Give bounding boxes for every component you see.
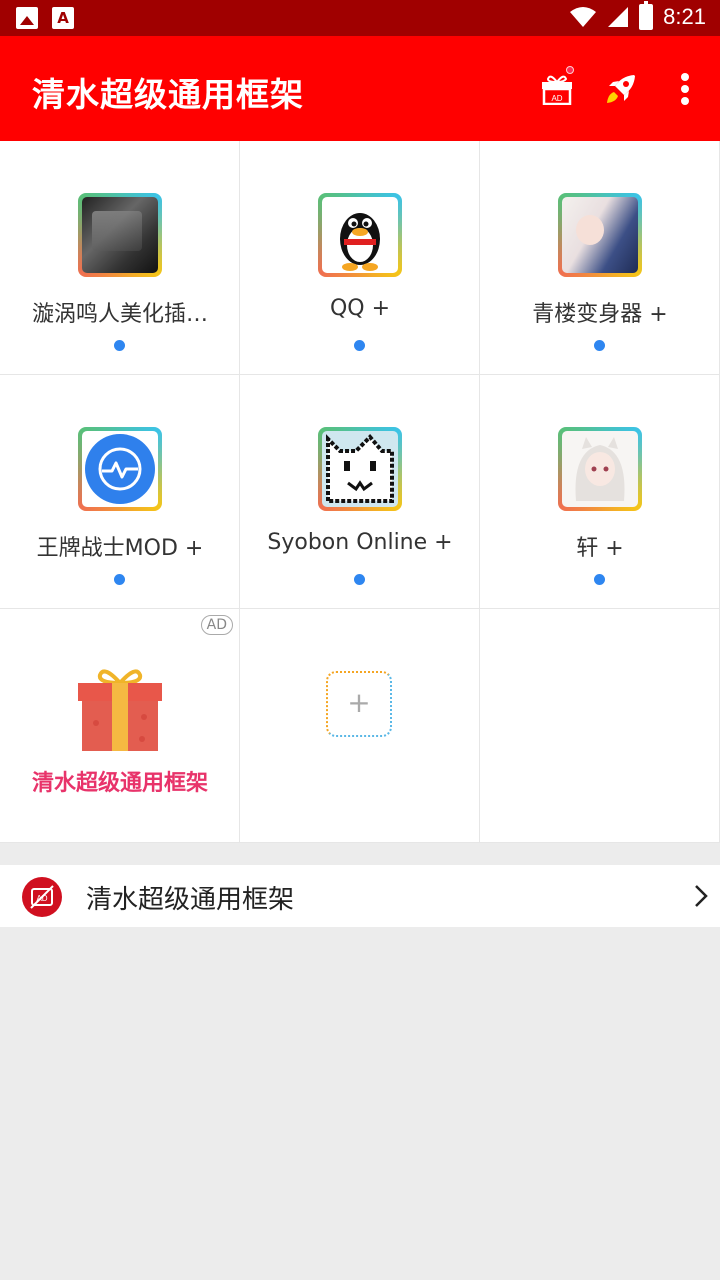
- syobon-cat-icon: [318, 427, 402, 511]
- rocket-icon: [607, 75, 635, 103]
- promo-label: 清水超级通用框架: [31, 771, 208, 796]
- svg-text:AD: AD: [551, 94, 562, 103]
- app-bar: 清水超级通用框架 AD: [0, 36, 720, 141]
- anime-girl-app-icon: [558, 193, 642, 277]
- ad-badge: AD: [200, 615, 233, 635]
- gift-icon: [78, 669, 162, 751]
- app-label: Syobon Online +: [267, 530, 453, 555]
- add-app-tile[interactable]: +: [240, 609, 480, 843]
- status-dot: [114, 340, 125, 351]
- gift-ad-icon: AD: [542, 75, 572, 105]
- gift-ad-button[interactable]: AD: [538, 66, 576, 108]
- naruto-app-icon: [78, 193, 162, 277]
- ad-promo-tile[interactable]: AD 清水超级通用框架: [0, 609, 240, 843]
- status-dot: [594, 340, 605, 351]
- app-tile[interactable]: 青楼变身器 +: [480, 141, 720, 375]
- status-dot: [594, 574, 605, 585]
- chevron-right-icon: [695, 885, 708, 907]
- no-ad-icon: AD: [22, 877, 62, 917]
- add-icon: +: [326, 671, 392, 737]
- wifi-icon: [570, 7, 597, 27]
- boost-button[interactable]: [602, 70, 640, 108]
- battery-icon: [639, 1, 654, 30]
- overflow-menu-button[interactable]: [666, 70, 704, 108]
- image-notification-icon: [16, 7, 38, 29]
- more-vert-icon: [681, 73, 689, 105]
- app-tile[interactable]: 王牌战士MOD +: [0, 375, 240, 609]
- status-dot: [354, 340, 365, 351]
- status-bar: A 8:21: [0, 0, 720, 36]
- qq-penguin-icon: [318, 193, 402, 277]
- text-notification-icon: A: [52, 7, 74, 29]
- app-tile[interactable]: Syobon Online +: [240, 375, 480, 609]
- empty-tile: [480, 609, 720, 843]
- app-label: QQ +: [329, 296, 391, 321]
- app-grid: 漩涡鸣人美化插… QQ + 青楼变身器 + 王牌战士MOD + Syobon O…: [0, 141, 720, 843]
- app-label: 漩涡鸣人美化插…: [31, 302, 208, 327]
- app-label: 轩 +: [576, 536, 624, 561]
- app-label: 王牌战士MOD +: [36, 536, 204, 561]
- app-tile[interactable]: 轩 +: [480, 375, 720, 609]
- clock: 8:21: [663, 4, 706, 29]
- app-label: 青楼变身器 +: [532, 302, 668, 327]
- anime-catgirl-app-icon: [558, 427, 642, 511]
- ad-list-row[interactable]: AD 清水超级通用框架: [0, 865, 720, 927]
- row-label: 清水超级通用框架: [86, 885, 295, 915]
- status-dot: [114, 574, 125, 585]
- app-tile[interactable]: 漩涡鸣人美化插…: [0, 141, 240, 375]
- status-dot: [354, 574, 365, 585]
- notification-dot: [566, 66, 574, 74]
- signal-icon: [608, 7, 629, 27]
- pulse-app-icon: [78, 427, 162, 511]
- app-title: 清水超级通用框架: [32, 75, 304, 114]
- app-tile[interactable]: QQ +: [240, 141, 480, 375]
